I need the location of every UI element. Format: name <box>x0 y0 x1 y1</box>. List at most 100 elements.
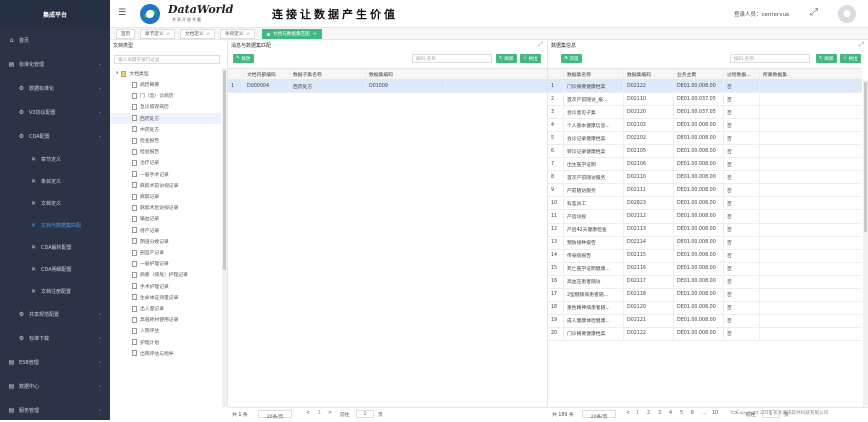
tree-node[interactable]: 手术护理记录 <box>110 281 221 292</box>
tree-node[interactable]: 检验报告 <box>110 146 221 157</box>
avatar[interactable]: ● <box>838 5 856 23</box>
dataset-prev-icon[interactable]: < <box>626 411 630 416</box>
sidebar-item[interactable]: ✕文档与数据集匹配 <box>0 214 110 236</box>
tree-scrollbar[interactable] <box>222 68 227 407</box>
page-number[interactable]: 1 <box>636 411 639 416</box>
page-number[interactable]: 4 <box>669 411 672 416</box>
sidebar-item[interactable]: ⚙共享规范配置⌄ <box>0 302 110 326</box>
match-refresh-button[interactable]: ↻ 刷新 <box>496 54 517 63</box>
table-row[interactable]: 19成人健康体检健康...D02121DE01.00.008.00否 <box>548 315 862 328</box>
table-row[interactable]: 2首次产前随访_报...D02110DE01.00.037.05否 <box>548 93 862 106</box>
sidebar-item[interactable]: ✕CDA解析配置 <box>0 236 110 258</box>
tree-filter-input[interactable]: 输入关键字进行过滤 <box>114 55 220 64</box>
table-row[interactable]: 172型糖尿病患者随...D02118DE01.00.008.00否 <box>548 289 862 302</box>
tree-node[interactable]: 护理计划 <box>110 337 221 348</box>
close-icon[interactable]: × <box>206 32 210 37</box>
tree-node[interactable]: 入院评估 <box>110 325 221 336</box>
table-row[interactable]: 15死亡医学证明健康...D02116DE01.00.008.00否 <box>548 263 862 276</box>
dataset-refresh-button[interactable]: ↻ 刷新 <box>816 54 837 63</box>
tree-node[interactable]: 门（急）诊病历 <box>110 90 221 101</box>
fullscreen-icon[interactable]: ⤢ <box>810 7 818 18</box>
tree-node[interactable]: 麻醉术后访视记录 <box>110 202 221 213</box>
sidebar-item[interactable]: ⌂首页 <box>0 28 110 52</box>
page-ellipsis[interactable]: ... <box>702 411 707 416</box>
table-row[interactable]: 11产后访视D02112DE01.00.008.00否 <box>548 211 862 224</box>
sidebar-item[interactable]: ⚙V3协议配置⌄ <box>0 100 110 124</box>
close-icon[interactable]: × <box>166 32 170 37</box>
match-page-number[interactable]: 1 <box>318 411 321 416</box>
tree-node[interactable]: 高值耗材使用记录 <box>110 314 221 325</box>
table-row[interactable]: 13预防接种报告D02114DE01.00.008.00否 <box>548 237 862 250</box>
tree-node[interactable]: 中药处方 <box>110 124 221 135</box>
page-number[interactable]: 6 <box>691 411 694 416</box>
tree-node[interactable]: 病重（病危）护理记录 <box>110 269 221 280</box>
tree-scroll-thumb[interactable] <box>223 70 226 270</box>
table-row[interactable]: 10科室员工D02823DE01.00.008.00否 <box>548 197 862 210</box>
tree-node[interactable]: 麻醉记录 <box>110 191 221 202</box>
close-icon[interactable]: × <box>246 32 250 37</box>
match-next-icon[interactable]: > <box>328 411 332 416</box>
table-row[interactable]: 7出生医学证明D02106DE01.00.008.00否 <box>548 158 862 171</box>
dataset-export-button[interactable]: ⇩ 导出 <box>840 54 861 63</box>
table-row[interactable]: 14传染病报告D02115DE01.00.008.00否 <box>548 250 862 263</box>
sidebar-item[interactable]: ✕CDA明细配置 <box>0 258 110 280</box>
table-row[interactable]: 1D000004西药处方D01009 <box>228 80 547 93</box>
close-icon[interactable]: × <box>313 32 317 37</box>
match-prev-icon[interactable]: < <box>306 411 310 416</box>
browse-button[interactable]: ⊕ 浏览 <box>561 54 582 63</box>
tree-node[interactable]: 治疗记录 <box>110 157 221 168</box>
table-row[interactable]: 3会诊意见子集D02120DE01.00.037.05否 <box>548 106 862 119</box>
sidebar-item[interactable]: ▤服务管理⌄ <box>0 398 110 422</box>
tree-node[interactable]: 急诊留观病历 <box>110 101 221 112</box>
tab-item[interactable]: 文档定义× <box>180 29 215 39</box>
tree-node[interactable]: 剖宫产记录 <box>110 247 221 258</box>
sidebar-item[interactable]: ▤ESB管理⌄ <box>0 350 110 374</box>
tree-node[interactable]: 检查报告 <box>110 135 221 146</box>
tab-item[interactable]: 首页 <box>116 29 135 39</box>
expand-icon[interactable]: ⤢ <box>538 41 543 49</box>
sidebar-item[interactable]: ⚙CDA配置⌄ <box>0 124 110 148</box>
sidebar-item[interactable]: ✕章节定义 <box>0 148 110 170</box>
tree-node[interactable]: 一般护理记录 <box>110 258 221 269</box>
tree-node[interactable]: 出入量记录 <box>110 303 221 314</box>
table-row[interactable]: 9产前随访服务D02111DE01.00.008.00否 <box>548 184 862 197</box>
tree-node[interactable]: 输血记录 <box>110 213 221 224</box>
page-number[interactable]: 10 <box>712 411 718 416</box>
tab-item[interactable]: 章节定义× <box>140 29 175 39</box>
edit-button[interactable]: ✎ 修改 <box>233 54 254 63</box>
tree-node[interactable]: 出院评估与指导 <box>110 348 221 359</box>
table-row[interactable]: 12产后42天健康检查D02113DE01.00.008.00否 <box>548 224 862 237</box>
match-page-size-select[interactable]: 20条/页 ⌄ <box>258 410 292 418</box>
match-export-button[interactable]: ⇩ 导出 <box>520 54 541 63</box>
table-row[interactable]: 4个人基本健康信息...D02103DE01.00.008.00否 <box>548 119 862 132</box>
tree-node[interactable]: 西药处方 <box>110 113 221 124</box>
page-number[interactable]: 3 <box>658 411 661 416</box>
dataset-search-input[interactable]: 编码,名称 <box>730 54 810 63</box>
table-row[interactable]: 16高血压患者随访D02117DE01.00.008.00否 <box>548 276 862 289</box>
tree-node[interactable]: 麻醉术前访视记录 <box>110 180 221 191</box>
dataset-scroll-thumb[interactable] <box>864 82 867 232</box>
dataset-scrollbar[interactable] <box>863 80 868 407</box>
match-goto-input[interactable]: 1 <box>356 410 374 418</box>
tab-item[interactable]: 条目定义× <box>220 29 255 39</box>
match-search-input[interactable]: 编码,名称 <box>412 54 492 63</box>
sidebar-item[interactable]: ⚙数据标准化⌄ <box>0 76 110 100</box>
table-row[interactable]: 18重性精神病患者随...D02120DE01.00.008.00否 <box>548 302 862 315</box>
expand-icon[interactable]: ⤢ <box>859 41 864 49</box>
tree-node[interactable]: 一般手术记录 <box>110 169 221 180</box>
tab-item[interactable]: 文档与数据集匹配× <box>262 29 322 39</box>
sidebar-item[interactable]: ✕文档定义 <box>0 192 110 214</box>
sidebar-item[interactable]: ▤数据中心⌄ <box>0 374 110 398</box>
tree-node[interactable]: 生命体征测量记录 <box>110 292 221 303</box>
page-number[interactable]: 2 <box>647 411 650 416</box>
sidebar-item[interactable]: ▤标准化管理⌄ <box>0 52 110 76</box>
table-row[interactable]: 1门诊摘要健康档案D02122DE01.00.008.00否 <box>548 80 862 93</box>
tree-node[interactable]: 病历概要 <box>110 79 221 90</box>
table-row[interactable]: 20门诊摘要健康档案D02122DE01.00.008.00否 <box>548 328 862 341</box>
sidebar-item[interactable]: ⚙标准下载⌄ <box>0 326 110 350</box>
sidebar-item[interactable]: ✕条目定义 <box>0 170 110 192</box>
tree-node[interactable]: 阴道分娩记录 <box>110 236 221 247</box>
table-row[interactable]: 8首次产前随访服务D02110DE01.00.008.00否 <box>548 171 862 184</box>
sidebar-item[interactable]: ✕文档注册配置 <box>0 280 110 302</box>
menu-toggle-icon[interactable]: ☰ <box>118 8 126 18</box>
